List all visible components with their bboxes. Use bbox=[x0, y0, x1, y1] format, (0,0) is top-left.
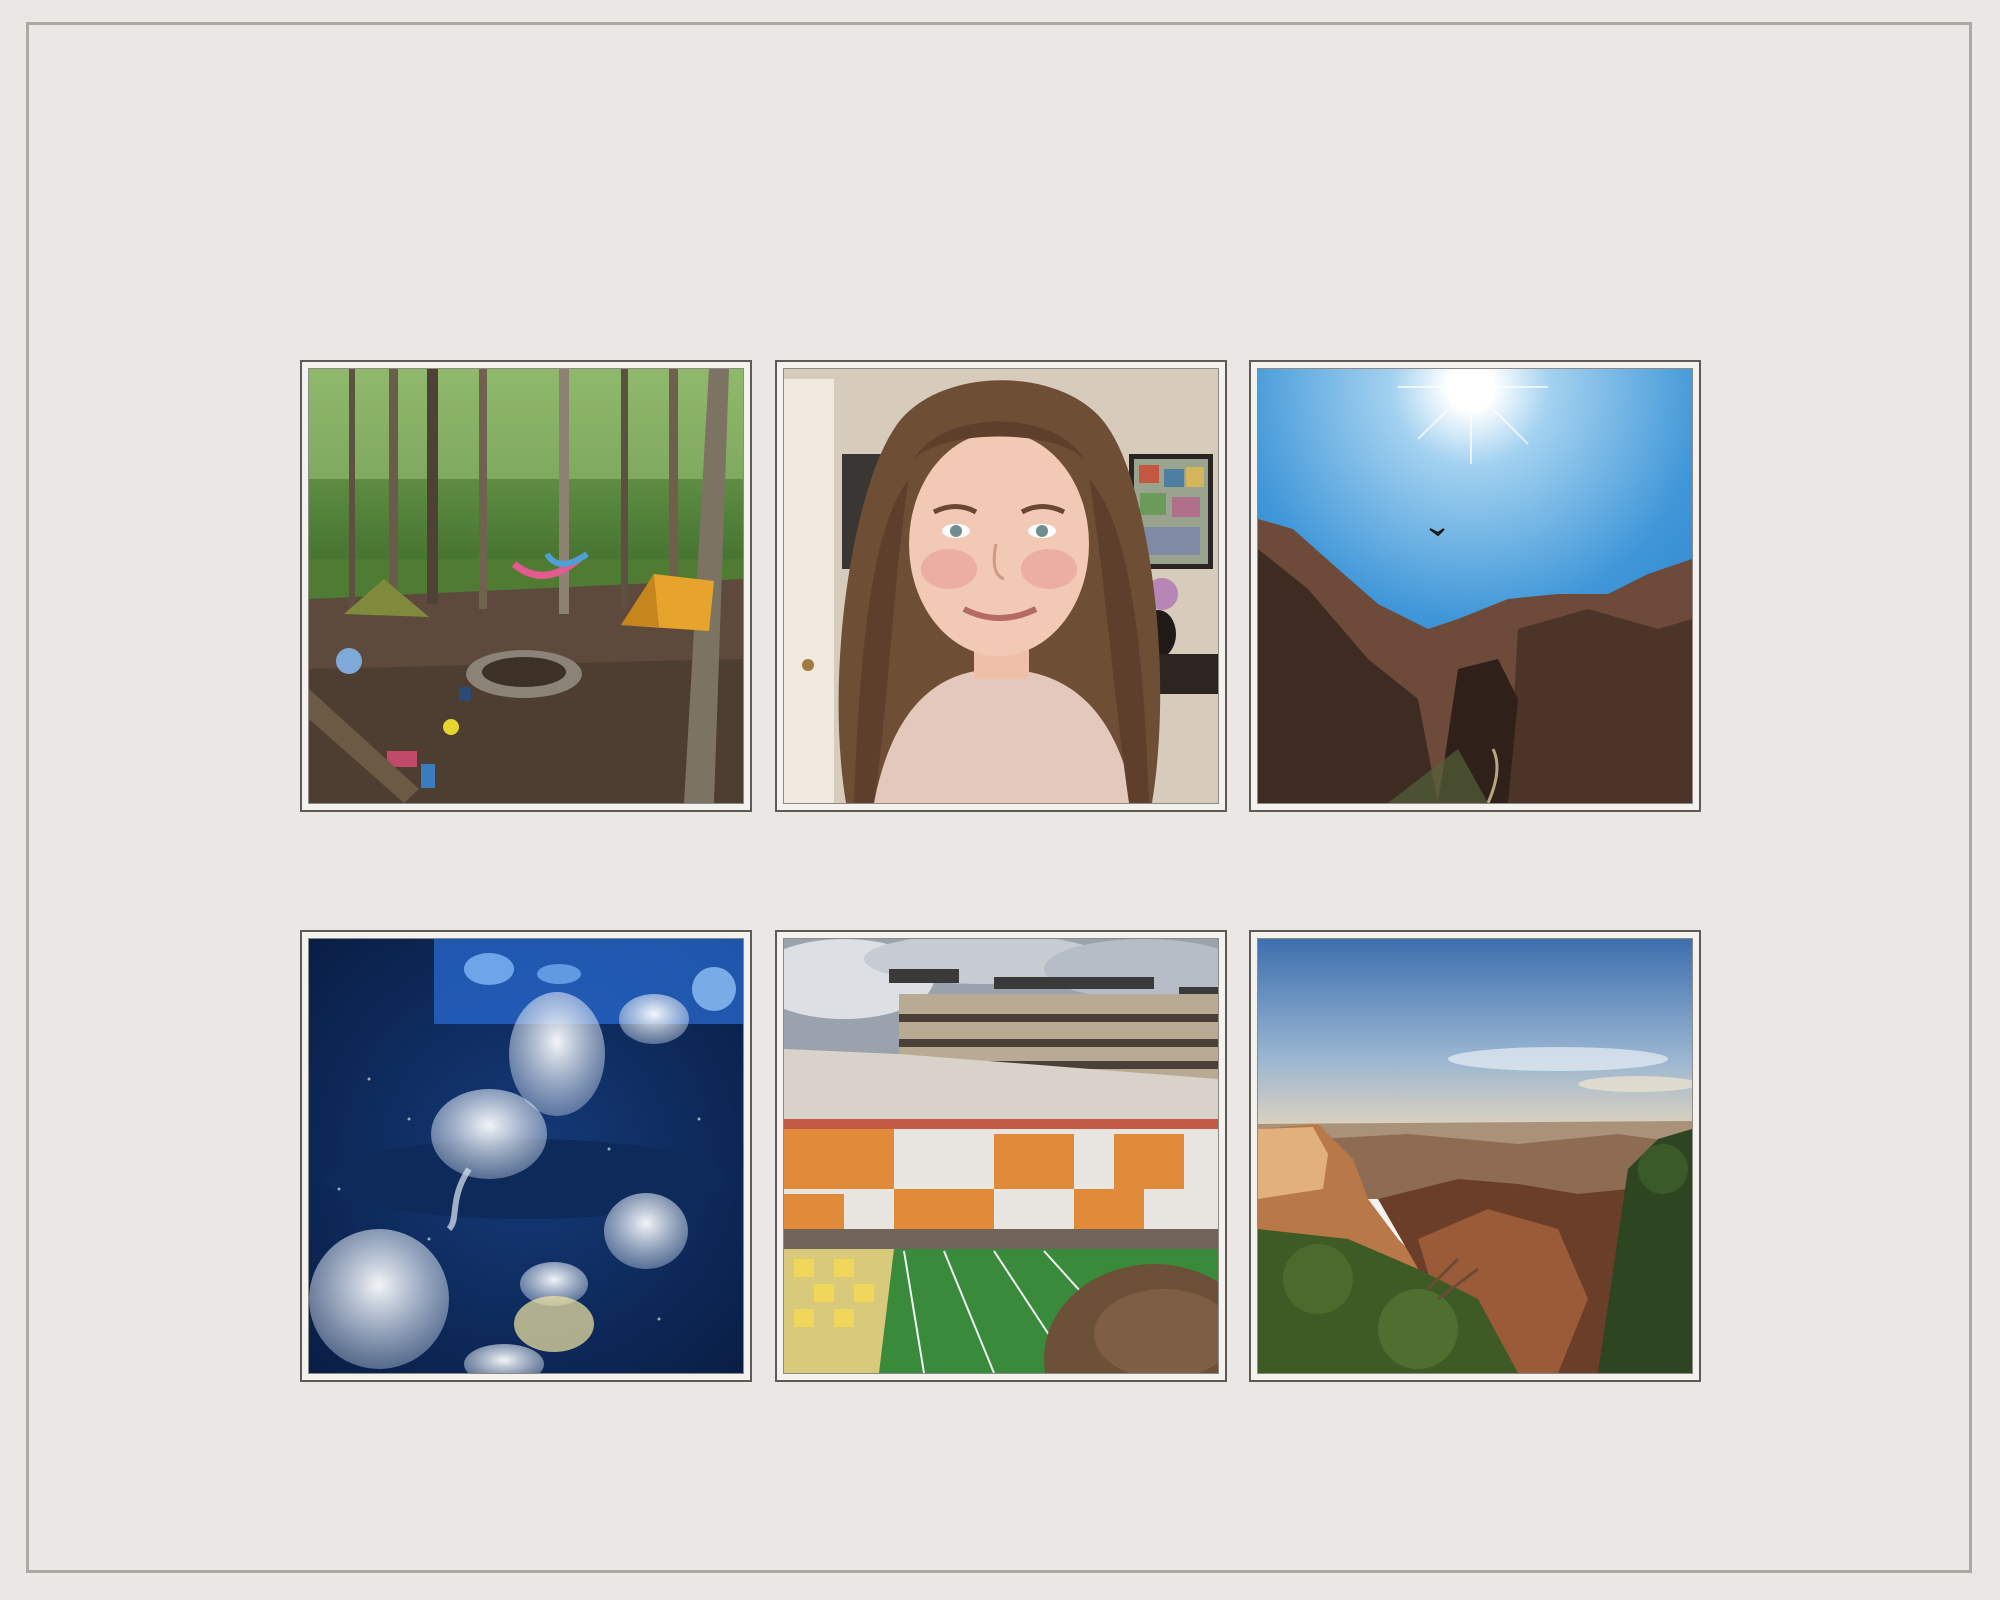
photo-tile-jellyfish[interactable] bbox=[300, 930, 752, 1382]
forest-campsite-photo bbox=[308, 368, 744, 804]
canyon-sun-bird-photo bbox=[1257, 368, 1693, 804]
photo-tile-campsite[interactable] bbox=[300, 360, 752, 812]
photo-tile-stadium[interactable] bbox=[775, 930, 1227, 1382]
jellyfish-aquarium-photo bbox=[308, 938, 744, 1374]
photo-tile-grand-canyon[interactable] bbox=[1249, 930, 1701, 1382]
photo-tile-selfie[interactable] bbox=[775, 360, 1227, 812]
grand-canyon-sunset-photo bbox=[1257, 938, 1693, 1374]
football-stadium-photo bbox=[783, 938, 1219, 1374]
photo-tile-canyon-sun[interactable] bbox=[1249, 360, 1701, 812]
selfie-portrait-photo bbox=[783, 368, 1219, 804]
